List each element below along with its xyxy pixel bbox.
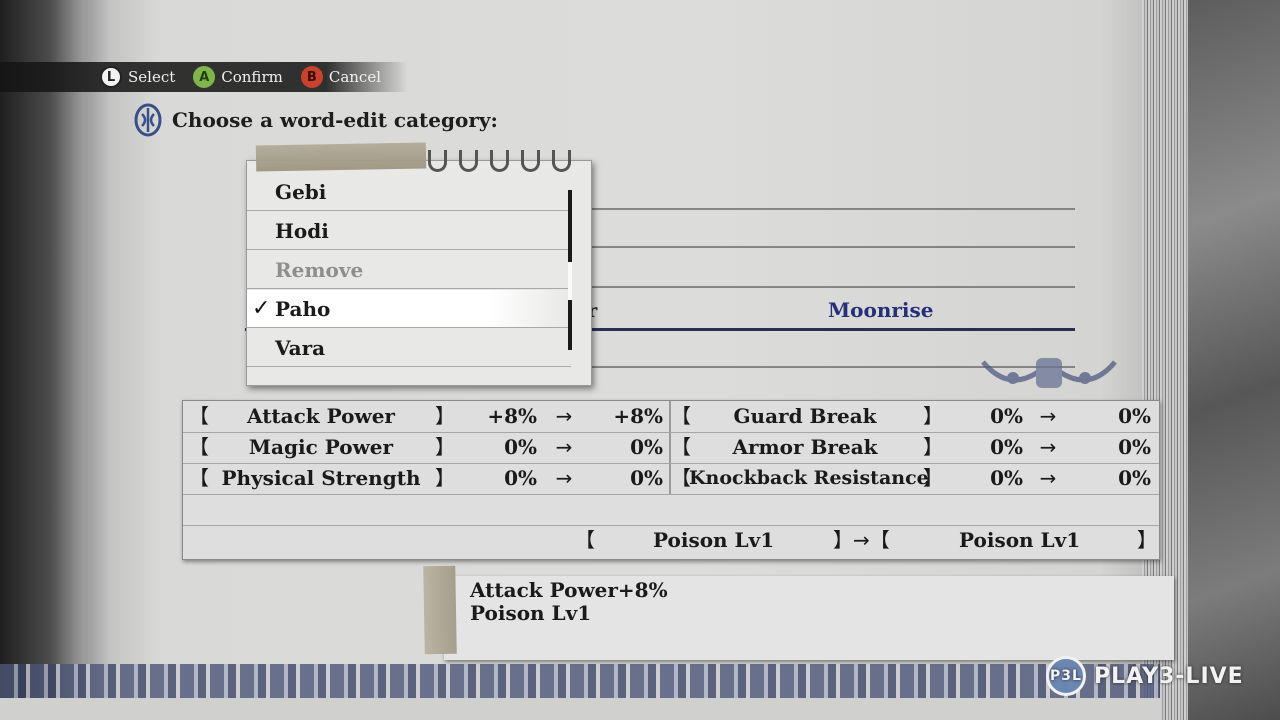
l-stick-icon: L xyxy=(100,66,122,88)
dropdown-item-remove[interactable]: Remove xyxy=(247,251,571,289)
arrow-icon: → xyxy=(555,404,573,428)
ruled-line xyxy=(590,246,1075,248)
stat-name: Magic Power xyxy=(248,435,394,459)
summary-line-2: Poison Lv1 xyxy=(470,601,592,625)
stat-row: 【 Physical Strength 】 0% → 0% 【 Knockbac… xyxy=(183,463,1159,495)
ring xyxy=(428,150,447,172)
ring xyxy=(459,150,478,172)
effect-row: 【 Poison Lv1 】→【 Poison Lv1 】 xyxy=(183,525,1159,556)
stat-name: Physical Strength xyxy=(221,466,421,490)
stat-to: 0% xyxy=(1118,466,1151,490)
arrow-icon: → xyxy=(555,466,573,490)
stat-from: 0% xyxy=(504,466,537,490)
hint-confirm-label: Confirm xyxy=(221,68,283,86)
stat-name: Armor Break xyxy=(732,435,878,459)
stat-from: 0% xyxy=(504,435,537,459)
book-spine xyxy=(0,0,110,720)
stat-from: 0% xyxy=(990,466,1023,490)
journal-page: L Select A Confirm B Cancel Choose a wor… xyxy=(0,0,1280,720)
weapon-name: Moonrise xyxy=(828,298,934,322)
bracket-close: 】 xyxy=(435,404,455,428)
effect-to: Poison Lv1 xyxy=(959,528,1081,552)
stat-to: +8% xyxy=(613,404,663,428)
page-bottom xyxy=(0,698,1160,720)
category-dropdown: Gebi Hodi Remove Paho Vara xyxy=(246,160,592,386)
bracket-open: 【 xyxy=(189,404,209,428)
stat-comparison-table: 【 Attack Power 】 +8% → +8% 【 Guard Break… xyxy=(182,400,1160,560)
dropdown-item-gebi[interactable]: Gebi xyxy=(247,173,571,211)
ruled-line xyxy=(590,286,1075,288)
prompt-header: Choose a word-edit category: xyxy=(132,102,498,138)
stat-row: 【 Attack Power 】 +8% → +8% 【 Guard Break… xyxy=(183,401,1159,433)
b-button-icon: B xyxy=(300,66,323,88)
stat-row: 【 Magic Power 】 0% → 0% 【 Armor Break 】 … xyxy=(183,432,1159,464)
dropdown-item-hodi[interactable]: Hodi xyxy=(247,212,571,250)
empty-row xyxy=(183,494,1159,526)
dropdown-item-vara[interactable]: Vara xyxy=(247,329,571,367)
stat-to: 0% xyxy=(630,466,663,490)
stat-name: Guard Break xyxy=(733,404,877,428)
stone-background xyxy=(1188,0,1280,720)
stat-from: +8% xyxy=(487,404,537,428)
bracket-close: 】 xyxy=(923,435,943,459)
a-button-icon: A xyxy=(193,66,216,88)
arrow-icon: → xyxy=(555,435,573,459)
summary-line-1: Attack Power+8% xyxy=(470,578,668,602)
emblem-icon xyxy=(978,352,1120,400)
hint-cancel: B Cancel xyxy=(300,66,381,88)
bracket-close: 】 xyxy=(1137,528,1157,552)
play3-live-logo-icon: P3L xyxy=(1046,656,1086,696)
dropdown-scroll-thumb[interactable] xyxy=(568,262,572,300)
bracket-open: 【 xyxy=(189,466,209,490)
prompt-text: Choose a word-edit category: xyxy=(172,108,498,132)
stat-to: 0% xyxy=(1118,435,1151,459)
page-ornament-border xyxy=(0,664,1160,698)
bracket-open: 【 xyxy=(671,435,691,459)
ring xyxy=(490,150,509,172)
summary-note: Attack Power+8% Poison Lv1 xyxy=(444,576,1174,660)
ring xyxy=(521,150,540,172)
effect-from: Poison Lv1 xyxy=(653,528,775,552)
stat-from: 0% xyxy=(990,435,1023,459)
tape-strip xyxy=(423,565,457,655)
tape-strip xyxy=(255,142,427,172)
watermark-text: PLAY3-LIVE xyxy=(1094,663,1244,689)
bracket-close: 】 xyxy=(435,466,455,490)
bracket-open: 【 xyxy=(189,435,209,459)
arrow-icon: → xyxy=(1039,466,1057,490)
stat-from: 0% xyxy=(990,404,1023,428)
arrow-icon: → xyxy=(1039,404,1057,428)
watermark: P3L PLAY3-LIVE xyxy=(1046,656,1244,696)
stat-name: Attack Power xyxy=(247,404,395,428)
bracket-open: 【 xyxy=(575,528,595,552)
checkmark-icon: ✓ xyxy=(252,296,271,321)
stat-to: 0% xyxy=(630,435,663,459)
ruled-line xyxy=(590,208,1075,210)
stat-to: 0% xyxy=(1118,404,1151,428)
button-hint-bar: L Select A Confirm B Cancel xyxy=(0,62,408,92)
hint-select-label: Select xyxy=(128,68,176,86)
effect-arrow-icon: 】→【 xyxy=(833,528,890,552)
bracket-open: 【 xyxy=(671,466,691,490)
arrow-icon: → xyxy=(1039,435,1057,459)
hint-cancel-label: Cancel xyxy=(328,68,381,86)
ring xyxy=(552,150,571,172)
hint-confirm: A Confirm xyxy=(193,66,283,88)
bracket-close: 】 xyxy=(923,466,943,490)
bracket-close: 】 xyxy=(435,435,455,459)
rune-icon xyxy=(132,102,164,138)
bracket-open: 【 xyxy=(671,404,691,428)
dropdown-item-paho[interactable]: Paho xyxy=(247,290,571,328)
stat-name: Knockback Resistance xyxy=(689,467,929,489)
binder-rings xyxy=(428,150,571,172)
hint-select: L Select xyxy=(100,66,175,88)
bracket-close: 】 xyxy=(923,404,943,428)
